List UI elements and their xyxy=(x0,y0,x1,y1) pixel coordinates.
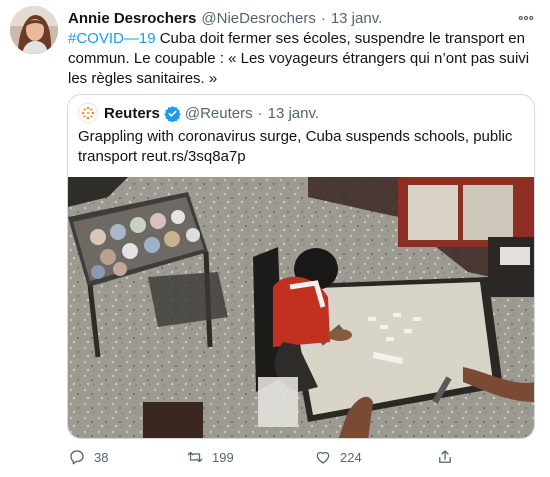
share-icon xyxy=(439,450,451,463)
reply-button[interactable]: 38 xyxy=(68,447,108,467)
author-avatar[interactable] xyxy=(10,6,58,54)
tweet-date[interactable]: 13 janv. xyxy=(331,10,382,27)
retweet-icon xyxy=(187,451,203,463)
quoted-header: Reuters @Reuters · 13 janv. xyxy=(78,103,319,123)
like-count: 224 xyxy=(340,449,362,465)
quoted-tweet[interactable]: Reuters @Reuters · 13 janv. Grappling wi… xyxy=(67,94,535,439)
author-handle[interactable]: @NieDesrochers xyxy=(201,10,315,27)
reuters-logo[interactable] xyxy=(78,103,98,123)
header-separator: · xyxy=(320,9,326,27)
share-button[interactable] xyxy=(436,447,454,467)
more-icon[interactable] xyxy=(516,8,536,28)
verified-badge-icon xyxy=(164,105,181,122)
retweet-button[interactable]: 199 xyxy=(186,447,234,467)
tweet-text: #COVID—19 Cuba doit fermer ses écoles, s… xyxy=(68,29,538,89)
like-button[interactable]: 224 xyxy=(314,447,362,467)
quoted-separator: · xyxy=(257,104,263,122)
quoted-photo[interactable] xyxy=(68,177,535,439)
author-display-name[interactable]: Annie Desrochers xyxy=(68,10,196,27)
reply-count: 38 xyxy=(94,449,109,465)
reply-icon xyxy=(70,450,84,465)
quoted-text: Grappling with coronavirus surge, Cuba s… xyxy=(78,128,513,165)
quoted-date[interactable]: 13 janv. xyxy=(268,105,319,122)
tweet-actions: 38 199 224 xyxy=(68,447,468,467)
quoted-handle[interactable]: @Reuters xyxy=(185,105,253,122)
tweet[interactable]: Annie Desrochers @NieDesrochers · 13 jan… xyxy=(0,0,550,477)
retweet-count: 199 xyxy=(212,449,234,465)
tweet-header: Annie Desrochers @NieDesrochers · 13 jan… xyxy=(68,8,536,28)
quoted-display-name[interactable]: Reuters xyxy=(104,105,160,122)
heart-icon xyxy=(316,451,330,464)
hashtag-link[interactable]: #COVID—19 xyxy=(68,30,156,47)
